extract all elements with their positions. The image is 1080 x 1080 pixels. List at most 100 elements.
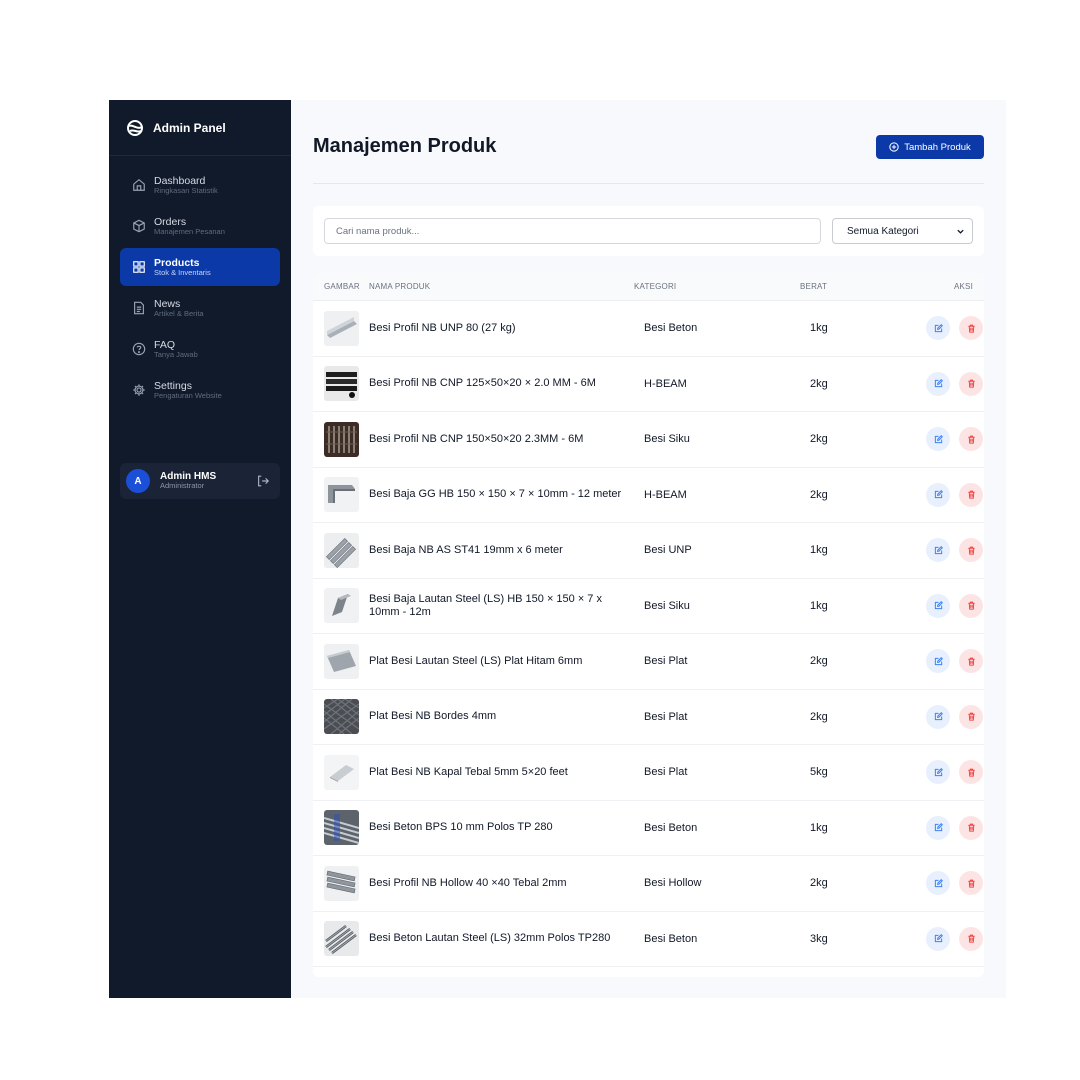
edit-icon [934, 601, 943, 610]
table-row[interactable]: Besi Profil NB CNP 125×50×20 × 2.0 MM - … [313, 357, 984, 412]
edit-icon [934, 434, 943, 443]
edit-button[interactable] [926, 538, 950, 563]
delete-button[interactable] [959, 926, 983, 951]
delete-button[interactable] [959, 760, 983, 785]
edit-icon [934, 934, 943, 943]
edit-icon [934, 545, 943, 554]
edit-button[interactable] [926, 760, 950, 785]
product-category: Besi Plat [644, 766, 688, 779]
table-row[interactable]: Besi Profil NB CNP 150×50×20 2.3MM - 6M … [313, 412, 984, 468]
product-name: Besi Baja GG HB 150 × 150 × 7 × 10mm - 1… [369, 488, 622, 501]
delete-button[interactable] [959, 593, 983, 618]
edit-button[interactable] [926, 482, 950, 507]
delete-button[interactable] [959, 482, 983, 507]
table-row[interactable]: Besi Baja Lautan Steel (LS) HB 150 × 150… [313, 579, 984, 634]
table-row[interactable]: Plat Besi NB Kapal Tebal 5mm 5×20 feet B… [313, 745, 984, 801]
delete-button[interactable] [959, 316, 983, 341]
product-weight: 2kg [810, 488, 828, 501]
table-row[interactable]: Plat Besi Lautan Steel (LS) Plat Hitam 6… [313, 634, 984, 690]
table-row[interactable]: Besi Profil NB UNP 80 (27 kg) Besi Beton… [313, 301, 984, 357]
sidebar-item-label: Settings [154, 379, 192, 392]
sidebar-item-settings[interactable]: Settings Pengaturan Website [120, 371, 280, 409]
column-header-name: NAMA PRODUK [369, 282, 431, 291]
trash-icon [967, 490, 975, 499]
row-actions [900, 593, 984, 618]
product-image [324, 421, 359, 457]
product-name: Plat Besi NB Kapal Tebal 5mm 5×20 feet [369, 765, 568, 778]
table-row[interactable]: Besi Beton Lautan Steel (LS) 32mm Polos … [313, 912, 984, 967]
table-body: Besi Profil NB UNP 80 (27 kg) Besi Beton… [313, 301, 984, 967]
delete-button[interactable] [959, 649, 983, 674]
sidebar-item-orders[interactable]: Orders Manajemen Pesanan [120, 207, 280, 245]
edit-button[interactable] [926, 371, 950, 396]
category-select-value: Semua Kategori [847, 225, 919, 237]
table-row[interactable]: Besi Baja NB AS ST41 19mm x 6 meter Besi… [313, 523, 984, 579]
search-input[interactable] [324, 218, 821, 244]
edit-button[interactable] [926, 649, 950, 674]
sidebar-item-news[interactable]: News Artikel & Berita [120, 289, 280, 327]
add-product-button[interactable]: Tambah Produk [876, 135, 984, 159]
product-weight: 2kg [810, 877, 828, 890]
sidebar-item-dashboard[interactable]: Dashboard Ringkasan Statistik [120, 166, 280, 204]
product-image [324, 588, 359, 624]
product-category: Besi Hollow [644, 877, 702, 890]
product-weight: 1kg [810, 821, 828, 834]
delete-button[interactable] [959, 871, 983, 896]
delete-button[interactable] [959, 538, 983, 563]
delete-button[interactable] [959, 427, 983, 452]
product-name: Besi Baja Lautan Steel (LS) HB 150 × 150… [369, 592, 602, 618]
product-image [324, 477, 359, 513]
sidebar-item-faq[interactable]: FAQ Tanya Jawab [120, 330, 280, 368]
delete-button[interactable] [959, 704, 983, 729]
filter-bar: Semua Kategori [313, 206, 984, 256]
delete-button[interactable] [959, 815, 983, 840]
row-actions [900, 760, 984, 785]
product-name: Plat Besi NB Bordes 4mm [369, 710, 497, 723]
row-actions [900, 538, 984, 563]
edit-button[interactable] [926, 427, 950, 452]
edit-icon [934, 379, 943, 388]
user-card: A Admin HMS Administrator [120, 463, 280, 499]
edit-button[interactable] [926, 926, 950, 951]
product-category: Besi UNP [644, 544, 692, 557]
product-name: Plat Besi Lautan Steel (LS) Plat Hitam 6… [369, 654, 583, 667]
product-category: Besi Beton [644, 322, 698, 335]
product-weight: 2kg [810, 655, 828, 668]
edit-button[interactable] [926, 815, 950, 840]
row-actions [900, 649, 984, 674]
sidebar-item-products[interactable]: Products Stok & Inventaris [120, 248, 280, 286]
table-row[interactable]: Besi Profil NB Hollow 40 ×40 Tebal 2mm B… [313, 856, 984, 912]
column-header-actions: AKSI [953, 282, 973, 291]
sidebar-item-label: FAQ [154, 338, 176, 351]
product-weight: 1kg [810, 544, 828, 557]
logout-icon[interactable] [256, 474, 270, 488]
edit-button[interactable] [926, 704, 950, 729]
column-header-weight: BERAT [800, 282, 828, 291]
table-row[interactable]: Besi Beton BPS 10 mm Polos TP 280 Besi B… [313, 801, 984, 856]
edit-button[interactable] [926, 316, 950, 341]
box-icon [133, 219, 145, 233]
delete-button[interactable] [959, 371, 983, 396]
sidebar-item-sublabel: Manajemen Pesanan [154, 226, 225, 236]
product-image [324, 810, 359, 846]
product-weight: 1kg [810, 322, 828, 335]
help-circle-icon [132, 342, 146, 356]
brand[interactable]: Admin Panel [109, 100, 291, 156]
column-header-image: GAMBAR [324, 282, 360, 291]
table-row[interactable]: Plat Besi NB Bordes 4mm Besi Plat 2kg [313, 690, 984, 745]
sidebar-item-label: Dashboard [154, 174, 206, 187]
sidebar: Admin Panel Dashboard Ringkasan Statistik… [109, 100, 291, 998]
document-icon [134, 301, 144, 315]
product-image [324, 865, 359, 901]
product-image [324, 754, 359, 790]
edit-icon [934, 490, 943, 499]
category-select[interactable]: Semua Kategori [832, 218, 973, 244]
edit-button[interactable] [926, 871, 950, 896]
brand-title: Admin Panel [153, 120, 226, 135]
table-row[interactable]: Besi Baja GG HB 150 × 150 × 7 × 10mm - 1… [313, 468, 984, 523]
product-weight: 5kg [810, 766, 828, 779]
product-weight: 2kg [810, 377, 828, 390]
sidebar-item-label: News [154, 297, 181, 310]
edit-button[interactable] [926, 593, 950, 618]
sidebar-item-label: Products [154, 256, 200, 269]
